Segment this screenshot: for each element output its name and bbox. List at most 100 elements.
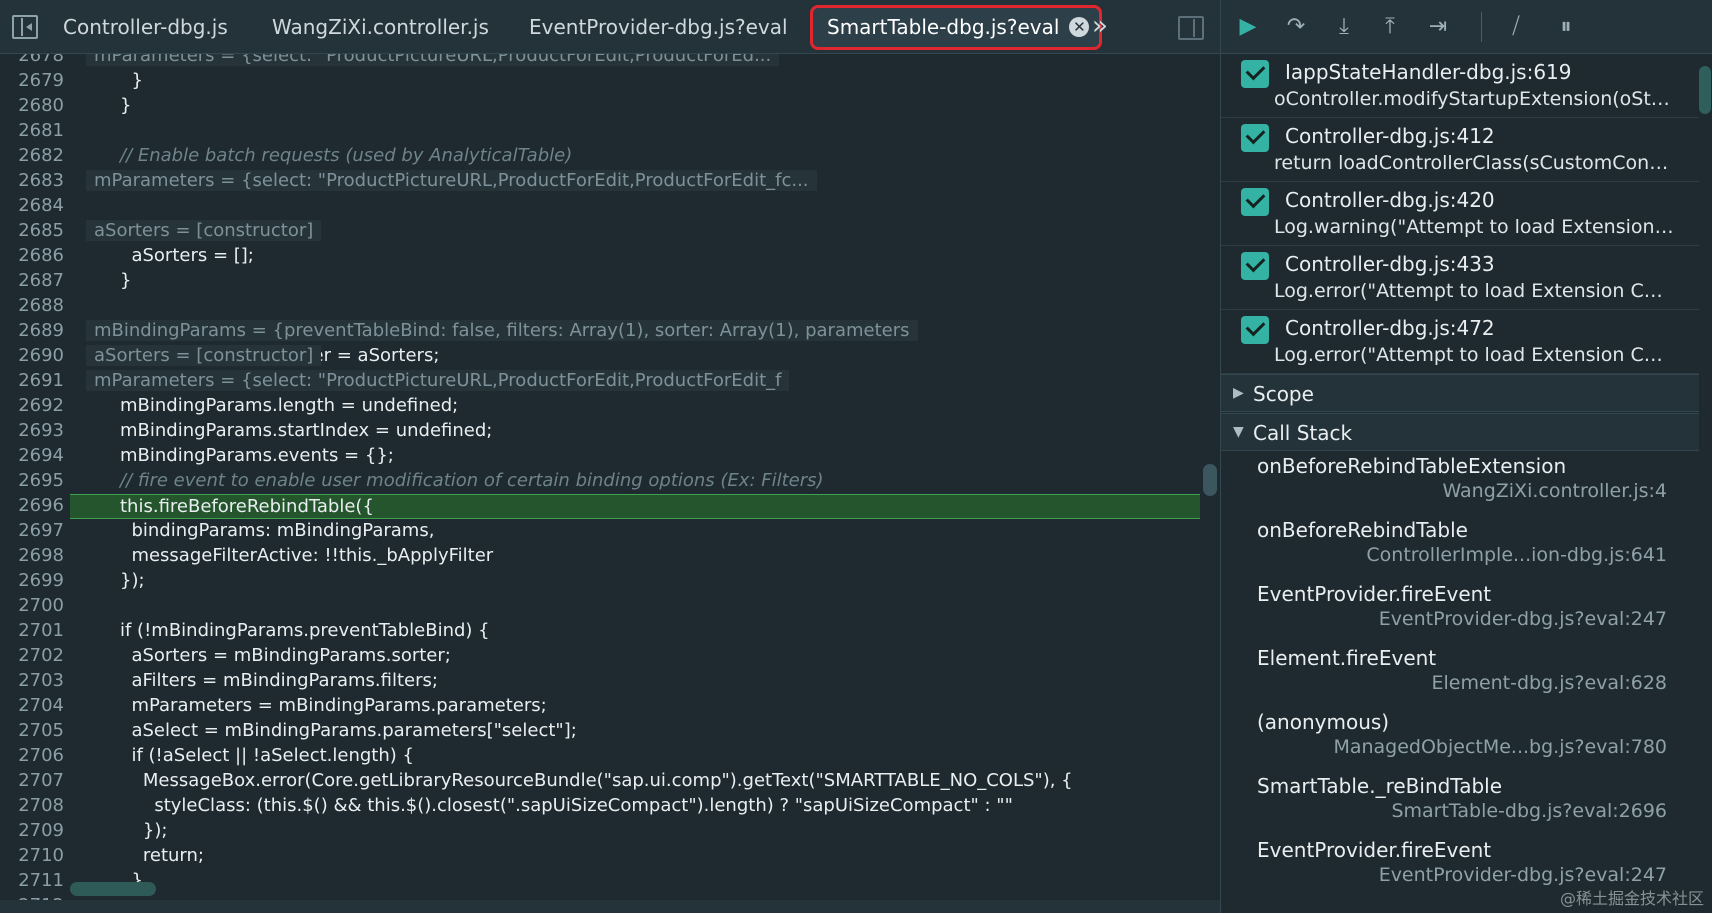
breakpoint-item[interactable]: Controller-dbg.js:420 Log.warning("Attemp… bbox=[1221, 182, 1699, 246]
line-number[interactable]: 2692 bbox=[0, 395, 70, 416]
more-tabs-icon[interactable]: » bbox=[1092, 12, 1108, 40]
line-number[interactable]: 2679 bbox=[0, 70, 70, 91]
resume-icon[interactable]: ▶︎ bbox=[1233, 12, 1263, 42]
paused-code-line[interactable]: this.fireBeforeRebindTable({ bbox=[70, 494, 1200, 519]
checkbox-icon[interactable] bbox=[1241, 188, 1269, 216]
line-number[interactable]: 2701 bbox=[0, 620, 70, 641]
code-line[interactable]: mBindingParams.events = {}; bbox=[70, 444, 1200, 469]
call-stack-frame[interactable]: Element.fireEvent Element-dbg.js?eval:628 bbox=[1221, 644, 1699, 708]
code-line[interactable]: mParameters = mBindingParams.parameters; bbox=[70, 694, 1200, 719]
breakpoint-item[interactable]: Controller-dbg.js:472 Log.error("Attempt … bbox=[1221, 310, 1699, 374]
line-number[interactable]: 2703 bbox=[0, 670, 70, 691]
line-number[interactable]: 2702 bbox=[0, 645, 70, 666]
line-number[interactable]: 2708 bbox=[0, 795, 70, 816]
close-tab-icon[interactable]: ✕ bbox=[1069, 17, 1090, 37]
line-number[interactable]: 2696 bbox=[0, 495, 70, 516]
call-stack-section-header[interactable]: ▼ Call Stack bbox=[1221, 413, 1699, 451]
line-number[interactable]: 2685 bbox=[0, 220, 70, 241]
toggle-navigator-icon[interactable] bbox=[12, 15, 38, 39]
breakpoint-item[interactable]: Controller-dbg.js:412 return loadControll… bbox=[1221, 118, 1699, 182]
line-number[interactable]: 2697 bbox=[0, 520, 70, 541]
code-editor[interactable]: 2678 mParameters["expand"] = aExpand.joi… bbox=[0, 54, 1220, 913]
line-number[interactable]: 2694 bbox=[0, 445, 70, 466]
line-number[interactable]: 2705 bbox=[0, 720, 70, 741]
code-line[interactable]: aSorters = mBindingParams.sorter; bbox=[70, 644, 1200, 669]
line-number[interactable]: 2680 bbox=[0, 95, 70, 116]
line-number[interactable]: 2691 bbox=[0, 370, 70, 391]
step-over-icon[interactable]: ↷ bbox=[1281, 12, 1311, 42]
code-line[interactable]: } bbox=[70, 69, 1200, 94]
code-line[interactable]: mParameters["useBatchRequests"] = true;m… bbox=[70, 169, 1200, 194]
tab-eventprovider-dbg[interactable]: EventProvider-dbg.js?eval bbox=[529, 0, 788, 54]
code-line[interactable]: // fire event to enable user modificatio… bbox=[70, 469, 1200, 494]
line-number[interactable]: 2704 bbox=[0, 695, 70, 716]
code-line[interactable] bbox=[70, 594, 1200, 619]
code-line[interactable]: } bbox=[70, 269, 1200, 294]
breakpoint-item[interactable]: Controller-dbg.js:433 Log.error("Attempt … bbox=[1221, 246, 1699, 310]
pause-on-exceptions-icon[interactable]: ⏸ bbox=[1551, 12, 1581, 42]
line-number[interactable]: 2711 bbox=[0, 870, 70, 891]
code-line[interactable]: mBindingParams.filters = aFilters;mBindi… bbox=[70, 319, 1200, 344]
line-number[interactable]: 2688 bbox=[0, 295, 70, 316]
scope-section-header[interactable]: ▶ Scope bbox=[1221, 374, 1699, 412]
line-number[interactable]: 2709 bbox=[0, 820, 70, 841]
code-line[interactable]: aSelect = mBindingParams.parameters["sel… bbox=[70, 719, 1200, 744]
call-stack-frame[interactable]: EventProvider.fireEvent EventProvider-dbg… bbox=[1221, 580, 1699, 644]
line-number[interactable]: 2683 bbox=[0, 170, 70, 191]
code-line[interactable]: }); bbox=[70, 819, 1200, 844]
line-number[interactable]: 2699 bbox=[0, 570, 70, 591]
code-line[interactable]: mBindingParams.sorter = aSorters;aSorter… bbox=[70, 344, 1200, 369]
line-number[interactable]: 2686 bbox=[0, 245, 70, 266]
code-line[interactable]: mBindingParams.length = undefined; bbox=[70, 394, 1200, 419]
code-line[interactable]: // Enable batch requests (used by Analyt… bbox=[70, 144, 1200, 169]
code-line[interactable]: messageFilterActive: !!this._bApplyFilte… bbox=[70, 544, 1200, 569]
code-line[interactable]: if (!aSelect || !aSelect.length) { bbox=[70, 744, 1200, 769]
call-stack-frame[interactable]: onBeforeRebindTableExtension WangZiXi.con… bbox=[1221, 452, 1699, 516]
line-number[interactable]: 2681 bbox=[0, 120, 70, 141]
line-number[interactable]: 2678 bbox=[0, 54, 70, 66]
line-number[interactable]: 2690 bbox=[0, 345, 70, 366]
code-line[interactable]: mParameters["expand"] = aExpand.join(","… bbox=[70, 54, 1200, 69]
tab-controller-dbg[interactable]: Controller-dbg.js bbox=[63, 0, 228, 54]
code-line[interactable]: bindingParams: mBindingParams, bbox=[70, 519, 1200, 544]
line-number[interactable]: 2695 bbox=[0, 470, 70, 491]
line-number[interactable]: 2700 bbox=[0, 595, 70, 616]
code-line[interactable]: } bbox=[70, 869, 1200, 894]
code-line[interactable]: aSorters = []; bbox=[70, 244, 1200, 269]
checkbox-icon[interactable] bbox=[1241, 124, 1269, 152]
code-line[interactable] bbox=[70, 294, 1200, 319]
line-number[interactable]: 2707 bbox=[0, 770, 70, 791]
code-line[interactable] bbox=[70, 194, 1200, 219]
code-line[interactable]: mBindingParams.startIndex = undefined; bbox=[70, 419, 1200, 444]
editor-vertical-scrollbar[interactable] bbox=[1203, 464, 1217, 496]
call-stack-frame[interactable]: SmartTable._reBindTable SmartTable-dbg.js… bbox=[1221, 772, 1699, 836]
code-line[interactable]: styleClass: (this.$() && this.$().closes… bbox=[70, 794, 1200, 819]
step-icon[interactable]: ⇥ bbox=[1423, 12, 1453, 42]
code-line[interactable]: }); bbox=[70, 569, 1200, 594]
checkbox-icon[interactable] bbox=[1241, 316, 1269, 344]
code-line[interactable]: MessageBox.error(Core.getLibraryResource… bbox=[70, 769, 1200, 794]
line-number[interactable]: 2689 bbox=[0, 320, 70, 341]
call-stack-frame[interactable]: onBeforeRebindTable ControllerImple...ion… bbox=[1221, 516, 1699, 580]
code-line[interactable] bbox=[70, 119, 1200, 144]
breakpoint-item[interactable]: IappStateHandler-dbg.js:619 oController.m… bbox=[1221, 54, 1699, 118]
deactivate-breakpoints-icon[interactable]: ⧸ bbox=[1501, 12, 1531, 42]
step-out-icon[interactable]: ⤒ bbox=[1375, 12, 1405, 42]
checkbox-icon[interactable] bbox=[1241, 252, 1269, 280]
line-number[interactable]: 2687 bbox=[0, 270, 70, 291]
code-line[interactable]: mBindingParams.parameters = mParameters;… bbox=[70, 369, 1200, 394]
line-number[interactable]: 2710 bbox=[0, 845, 70, 866]
step-into-icon[interactable]: ⤓ bbox=[1329, 12, 1359, 42]
line-number[interactable]: 2706 bbox=[0, 745, 70, 766]
line-number[interactable]: 2682 bbox=[0, 145, 70, 166]
toggle-debugger-sidebar-icon[interactable] bbox=[1178, 16, 1204, 40]
sidebar-scrollbar[interactable] bbox=[1699, 66, 1711, 114]
tab-smarttable-dbg[interactable]: SmartTable-dbg.js?eval ✕ bbox=[810, 5, 1103, 50]
code-line[interactable]: return; bbox=[70, 844, 1200, 869]
line-number[interactable]: 2698 bbox=[0, 545, 70, 566]
code-line[interactable]: if (!mBindingParams.preventTableBind) { bbox=[70, 619, 1200, 644]
code-line[interactable]: aFilters = mBindingParams.filters; bbox=[70, 669, 1200, 694]
editor-horizontal-scrollbar[interactable] bbox=[70, 882, 156, 896]
tab-wangzixi-controller[interactable]: WangZiXi.controller.js bbox=[272, 0, 489, 54]
line-number[interactable]: 2684 bbox=[0, 195, 70, 216]
